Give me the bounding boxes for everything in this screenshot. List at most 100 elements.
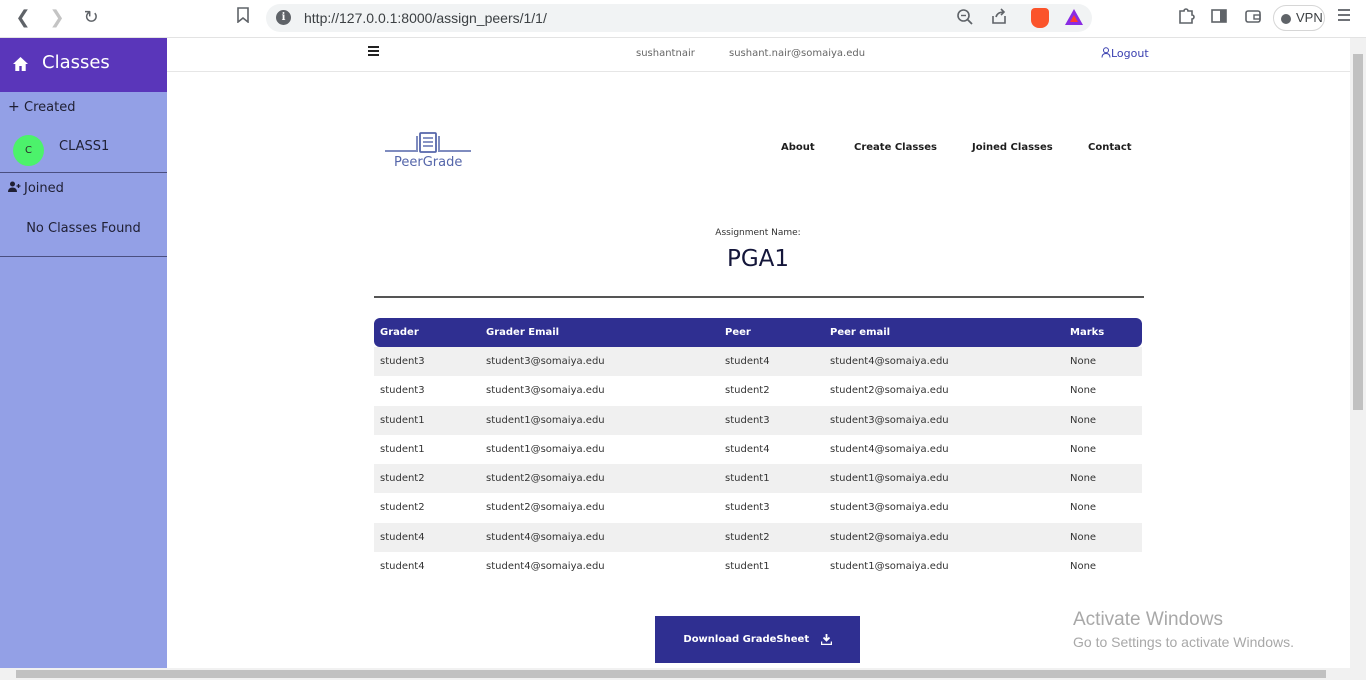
nav-create-classes[interactable]: Create Classes [854, 142, 937, 153]
watermark-title: Activate Windows [1073, 609, 1223, 630]
menu-icon[interactable] [1333, 7, 1355, 29]
marks-cell: None [1070, 443, 1097, 455]
created-label: Created [24, 100, 76, 115]
marks-cell: None [1070, 414, 1097, 426]
grader-email-cell: student2@somaiya.edu [486, 473, 605, 485]
url-text[interactable]: http://127.0.0.1:8000/assign_peers/1/1/ [304, 10, 547, 26]
scrollbar-thumb[interactable] [1353, 54, 1363, 410]
vpn-status-icon [1281, 14, 1291, 24]
extensions-icon[interactable] [1175, 7, 1197, 29]
zoom-icon[interactable] [954, 8, 976, 28]
peer-cell: student4 [725, 356, 770, 367]
peer-email-cell: student2@somaiya.edu [830, 531, 949, 543]
page-title: PGA1 [726, 246, 790, 272]
sidebar-header[interactable]: Classes [0, 38, 167, 92]
header-grader: Grader [380, 327, 419, 338]
created-section-header[interactable]: + Created [8, 99, 75, 115]
table-row: student3 student3@somaiya.edu student4 s… [374, 347, 1142, 377]
logout-link[interactable]: Logout [1101, 47, 1149, 60]
brave-rewards-icon[interactable] [1065, 9, 1083, 25]
no-classes-message: No Classes Found [26, 221, 141, 236]
info-icon[interactable]: i [276, 10, 291, 25]
vpn-button[interactable]: VPN [1273, 5, 1325, 31]
grader-email-cell: student3@somaiya.edu [486, 385, 605, 397]
sidebar-divider [0, 172, 167, 173]
vpn-label: VPN [1296, 10, 1323, 25]
header-grader-email: Grader Email [486, 327, 560, 338]
grader-cell: student1 [380, 414, 425, 426]
header-peer: Peer [725, 327, 751, 338]
peer-cell: student3 [725, 414, 770, 426]
table-row: student1 student1@somaiya.edu student3 s… [374, 405, 1142, 435]
add-user-icon [8, 180, 24, 196]
horizontal-scrollbar[interactable] [0, 668, 1366, 680]
table-row: student4 student4@somaiya.edu student2 s… [374, 522, 1142, 553]
sidebar-icon[interactable] [1208, 7, 1230, 29]
peer-email-cell: student2@somaiya.edu [830, 385, 949, 397]
nav-contact[interactable]: Contact [1088, 142, 1132, 153]
user-bar: sushantnair sushant.nair@somaiya.edu Log… [167, 38, 1350, 72]
nav-about[interactable]: About [781, 142, 815, 153]
header-peer-email: Peer email [830, 327, 891, 338]
joined-label: Joined [24, 181, 64, 196]
peer-cell: student4 [725, 443, 770, 455]
bookmark-icon[interactable] [230, 6, 256, 30]
reload-icon[interactable]: ↻ [78, 6, 104, 30]
browser-toolbar: ❮ ❯ ↻ i http://127.0.0.1:8000/assign_pee… [0, 0, 1366, 38]
grader-cell: student3 [380, 356, 425, 367]
peer-cell: student1 [725, 561, 770, 573]
vertical-scrollbar[interactable] [1350, 38, 1366, 668]
marks-cell: None [1070, 473, 1097, 485]
peer-email-cell: student4@somaiya.edu [830, 356, 949, 367]
grader-cell: student1 [380, 443, 425, 455]
watermark-subtitle: Go to Settings to activate Windows. [1073, 634, 1294, 650]
share-icon[interactable] [988, 8, 1010, 28]
table-row: student3 student3@somaiya.edu student2 s… [374, 376, 1142, 405]
user-email: sushant.nair@somaiya.edu [729, 48, 866, 59]
sidebar: Classes + Created C CLASS1 Joined No Clas… [0, 38, 167, 668]
grader-email-cell: student3@somaiya.edu [486, 356, 605, 367]
sidebar-divider [0, 256, 167, 257]
username: sushantnair [636, 48, 695, 59]
peer-assignment-table: Grader Grader Email Peer Peer email Mark… [374, 318, 1142, 581]
table-row: student4 student4@somaiya.edu student1 s… [374, 552, 1142, 581]
logout-label: Logout [1111, 47, 1149, 60]
logo-text[interactable]: PeerGrade [394, 155, 462, 170]
header-marks: Marks [1070, 327, 1105, 338]
download-gradesheet-button[interactable]: Download GradeSheet [655, 616, 860, 663]
peer-cell: student1 [725, 473, 770, 485]
joined-section-header[interactable]: Joined [8, 180, 64, 196]
address-bar[interactable]: i http://127.0.0.1:8000/assign_peers/1/1… [266, 4, 1092, 32]
table-row: student2 student2@somaiya.edu student1 s… [374, 464, 1142, 494]
wallet-icon[interactable] [1242, 7, 1264, 29]
marks-cell: None [1070, 356, 1097, 367]
title-divider [374, 296, 1144, 298]
hamburger-icon[interactable] [368, 46, 380, 58]
assignment-label: Assignment Name: [715, 228, 801, 238]
forward-icon[interactable]: ❯ [44, 6, 70, 30]
peer-cell: student2 [725, 385, 770, 397]
windows-activation-watermark: Activate Windows Go to Settings to activ… [1073, 609, 1294, 650]
sidebar-item-class1[interactable]: CLASS1 [59, 139, 109, 154]
grader-cell: student2 [380, 502, 425, 514]
marks-cell: None [1070, 561, 1097, 573]
peer-cell: student2 [725, 531, 770, 543]
sidebar-title: Classes [42, 52, 110, 73]
home-icon[interactable] [12, 56, 29, 72]
grader-email-cell: student4@somaiya.edu [486, 561, 605, 573]
grader-cell: student4 [380, 561, 425, 573]
back-icon[interactable]: ❮ [10, 6, 36, 30]
peer-email-cell: student3@somaiya.edu [830, 502, 949, 514]
plus-icon: + [8, 99, 20, 115]
table-header: Grader Grader Email Peer Peer email Mark… [374, 318, 1142, 347]
table-row: student1 student1@somaiya.edu student4 s… [374, 435, 1142, 464]
marks-cell: None [1070, 385, 1097, 397]
scrollbar-thumb[interactable] [16, 670, 1326, 678]
nav-joined-classes[interactable]: Joined Classes [972, 142, 1053, 153]
class-avatar[interactable]: C [13, 135, 44, 166]
brave-shield-icon[interactable] [1031, 8, 1049, 28]
grader-email-cell: student1@somaiya.edu [486, 414, 605, 426]
grader-email-cell: student1@somaiya.edu [486, 443, 605, 455]
grader-cell: student4 [380, 531, 425, 543]
peer-email-cell: student1@somaiya.edu [830, 473, 949, 485]
